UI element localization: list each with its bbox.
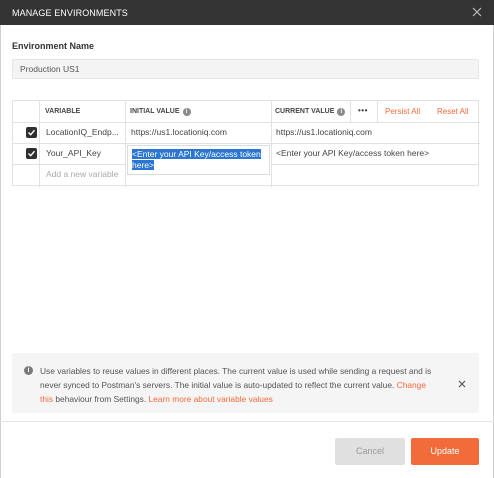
header-initial-value-label: INITIAL VALUE [130, 108, 180, 115]
persist-all-label: Persist All [385, 107, 421, 116]
variable-name-cell[interactable]: LocationIQ_Endp... [46, 127, 122, 137]
update-button[interactable]: Update [411, 438, 479, 465]
column-divider [271, 101, 272, 187]
more-options-icon[interactable]: ••• [358, 101, 368, 123]
column-divider [125, 101, 126, 187]
window-title: MANAGE ENVIRONMENTS [12, 8, 128, 18]
row-divider [13, 143, 480, 144]
row-enabled-checkbox[interactable] [26, 148, 37, 159]
row-enabled-checkbox[interactable] [26, 127, 37, 138]
column-divider [350, 101, 351, 123]
current-value-cell[interactable]: <Enter your API Key/access token here> [276, 148, 476, 158]
close-icon[interactable] [457, 379, 467, 389]
variables-table: VARIABLE INITIAL VALUE i CURRENT VALUE i •… [12, 100, 480, 187]
close-icon[interactable] [469, 4, 485, 20]
initial-value-editor[interactable]: <Enter your API Key/access token here> [127, 145, 270, 175]
cancel-button[interactable]: Cancel [335, 438, 405, 465]
reset-all-link[interactable]: Reset All [437, 101, 469, 123]
header-current-value-label: CURRENT VALUE [275, 108, 335, 115]
selected-text-highlight: <Enter your API Key/access token here> [132, 149, 261, 170]
header-current-value: CURRENT VALUE i [275, 101, 346, 123]
environment-name-input[interactable] [12, 59, 479, 79]
footer-divider [0, 421, 494, 422]
environment-name-label: Environment Name [12, 41, 95, 51]
reset-all-label: Reset All [437, 107, 469, 116]
variable-name-cell[interactable]: Your_API_Key [46, 148, 122, 158]
header-variable: VARIABLE [45, 108, 81, 115]
row-divider [271, 164, 479, 165]
selected-initial-value[interactable]: <Enter your API Key/access token here> [132, 149, 266, 171]
info-icon[interactable]: i [182, 108, 191, 116]
learn-more-link[interactable]: Learn more about variable values [148, 394, 272, 404]
persist-all-link[interactable]: Persist All [385, 101, 420, 123]
notice-after-text: behaviour from Settings. [55, 394, 147, 404]
info-icon[interactable]: i [337, 108, 346, 116]
notice-main-text: Use variables to reuse values in differe… [40, 366, 432, 390]
column-divider [39, 101, 40, 187]
info-notice: i Use variables to reuse values in diffe… [12, 353, 479, 413]
info-icon: i [24, 366, 33, 375]
column-divider [377, 101, 378, 123]
title-bar: MANAGE ENVIRONMENTS [0, 0, 494, 25]
row-divider [13, 164, 125, 165]
initial-value-cell[interactable]: https://us1.locationiq.com [131, 127, 269, 137]
header-initial-value: INITIAL VALUE i [130, 101, 191, 123]
add-variable-input[interactable]: Add a new variable [46, 169, 124, 179]
current-value-cell[interactable]: https://us1.locationiq.com [276, 127, 476, 137]
notice-text: Use variables to reuse values in differe… [40, 364, 440, 406]
